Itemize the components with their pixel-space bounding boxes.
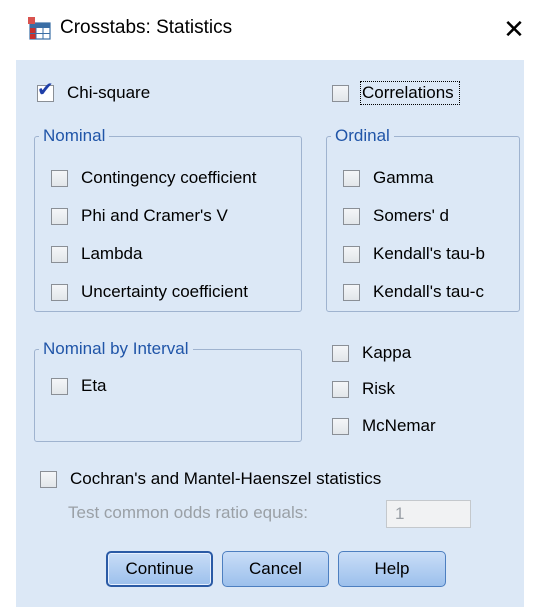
- checkbox-box[interactable]: [51, 245, 68, 263]
- checkbox-box[interactable]: [51, 377, 68, 395]
- checkbox-box[interactable]: [343, 283, 360, 301]
- cochran-mantel-haenszel-checkbox[interactable]: Cochran's and Mantel-Haenszel statistics: [40, 469, 381, 489]
- title-bar: Crosstabs: Statistics ✕: [0, 0, 540, 60]
- nominal-by-interval-legend: Nominal by Interval: [43, 339, 189, 358]
- nominal-legend: Nominal: [43, 126, 106, 145]
- checkbox-box[interactable]: [40, 470, 57, 488]
- close-icon[interactable]: ✕: [498, 14, 530, 44]
- checkbox-label: Uncertainty coefficient: [81, 282, 248, 301]
- checkbox-label: Kendall's tau-c: [373, 282, 484, 301]
- lambda-checkbox[interactable]: Lambda: [51, 244, 142, 264]
- mcnemar-checkbox[interactable]: McNemar: [332, 416, 436, 436]
- eta-checkbox[interactable]: Eta: [51, 376, 107, 396]
- checkbox-box[interactable]: [332, 344, 349, 362]
- gamma-checkbox[interactable]: Gamma: [343, 168, 433, 188]
- checkbox-box[interactable]: [343, 207, 360, 225]
- checkbox-box[interactable]: [51, 207, 68, 225]
- help-button[interactable]: Help: [338, 551, 446, 587]
- window-title: Crosstabs: Statistics: [60, 17, 233, 38]
- checkbox-label: Cochran's and Mantel-Haenszel statistics: [70, 469, 382, 488]
- checkbox-label: Risk: [362, 379, 396, 398]
- checkbox-label: McNemar: [362, 416, 436, 435]
- correlations-label: Correlations: [360, 81, 460, 105]
- odds-ratio-input[interactable]: [386, 500, 471, 528]
- checkbox-box[interactable]: [343, 245, 360, 263]
- checkbox-box[interactable]: [51, 283, 68, 301]
- kendalls-tau-b-checkbox[interactable]: Kendall's tau-b: [343, 244, 485, 264]
- uncertainty-coefficient-checkbox[interactable]: Uncertainty coefficient: [51, 282, 248, 302]
- odds-ratio-label: Test common odds ratio equals:: [68, 503, 309, 522]
- checkbox-label: Kendall's tau-b: [373, 244, 485, 263]
- checkmark-icon: ✔: [37, 78, 54, 101]
- checkbox-box[interactable]: [332, 84, 349, 102]
- checkbox-box[interactable]: [343, 169, 360, 187]
- contingency-coefficient-checkbox[interactable]: Contingency coefficient: [51, 168, 256, 188]
- kendalls-tau-c-checkbox[interactable]: Kendall's tau-c: [343, 282, 484, 302]
- ordinal-legend: Ordinal: [335, 126, 390, 145]
- phi-cramers-v-checkbox[interactable]: Phi and Cramer's V: [51, 206, 228, 226]
- checkbox-box[interactable]: [332, 380, 349, 398]
- cancel-button[interactable]: Cancel: [222, 551, 329, 587]
- crosstabs-table-icon: [28, 17, 51, 40]
- checkbox-label: Phi and Cramer's V: [81, 206, 228, 225]
- somers-d-checkbox[interactable]: Somers' d: [343, 206, 449, 226]
- checkbox-label: Contingency coefficient: [81, 168, 257, 187]
- risk-checkbox[interactable]: Risk: [332, 379, 395, 399]
- checkbox-label: Gamma: [373, 168, 434, 187]
- checkbox-box[interactable]: [332, 417, 349, 435]
- checkbox-label: Kappa: [362, 343, 412, 362]
- checkbox-box[interactable]: [51, 169, 68, 187]
- correlations-checkbox[interactable]: Correlations: [332, 81, 460, 105]
- chi-square-checkbox[interactable]: ✔ Chi-square: [37, 80, 151, 103]
- checkbox-label: Somers' d: [373, 206, 449, 225]
- chi-square-label: Chi-square: [67, 83, 151, 102]
- checkbox-label: Lambda: [81, 244, 143, 263]
- checkbox-box[interactable]: ✔: [37, 80, 54, 102]
- checkbox-label: Eta: [81, 376, 107, 395]
- kappa-checkbox[interactable]: Kappa: [332, 343, 411, 363]
- continue-button[interactable]: Continue: [106, 551, 213, 587]
